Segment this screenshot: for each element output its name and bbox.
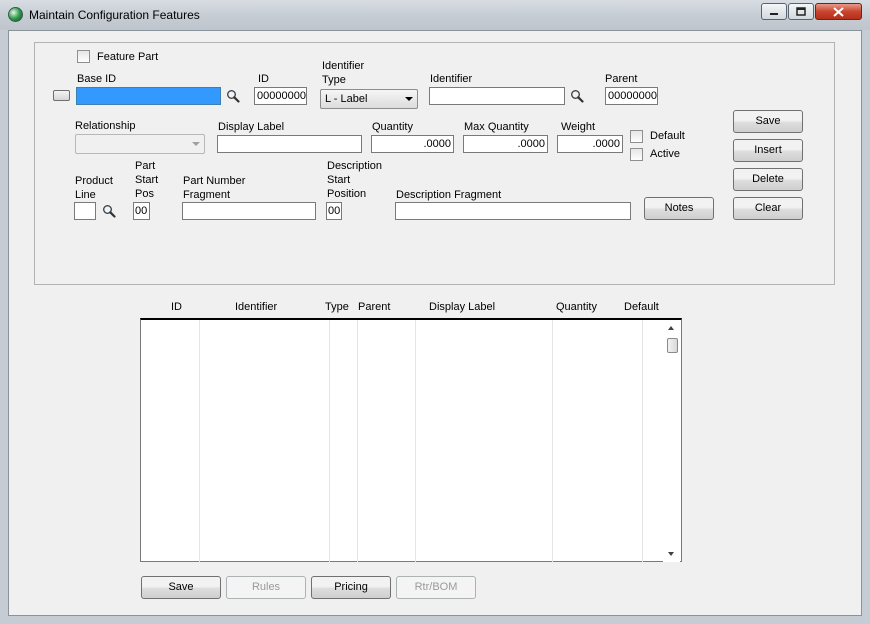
active-checkbox[interactable]: [630, 148, 643, 161]
close-icon: [833, 6, 844, 17]
save-button[interactable]: Save: [733, 110, 803, 133]
rtr-bom-button-label: Rtr/BOM: [414, 581, 458, 593]
bottom-save-button[interactable]: Save: [141, 576, 221, 599]
column-header-parent[interactable]: Parent: [358, 300, 390, 314]
part-start-pos-input[interactable]: 00: [133, 202, 150, 220]
chevron-down-icon: [405, 97, 413, 101]
column-divider: [329, 320, 330, 562]
parent-label: Parent: [605, 73, 638, 85]
maximize-button[interactable]: [788, 3, 814, 20]
relationship-dropdown[interactable]: [75, 134, 205, 154]
window-frame-right: [862, 30, 870, 616]
column-header-id[interactable]: ID: [171, 300, 182, 314]
part-number-fragment-label: Part Number Fragment: [183, 175, 246, 201]
part-start-pos-label: Part Start Pos: [135, 160, 159, 200]
parent-input[interactable]: 00000000: [605, 87, 658, 105]
chevron-down-icon: [192, 142, 200, 146]
minimize-icon: [770, 12, 778, 15]
weight-label: Weight: [561, 121, 596, 133]
notes-button-label: Notes: [664, 202, 694, 214]
column-divider: [415, 320, 416, 562]
display-label-label: Display Label: [218, 121, 285, 133]
search-icon[interactable]: [226, 89, 240, 103]
delete-button[interactable]: Delete: [733, 168, 803, 191]
pricing-button-label: Pricing: [334, 581, 368, 593]
product-line-input[interactable]: [74, 202, 96, 220]
close-button[interactable]: [815, 3, 862, 20]
column-header-default[interactable]: Default: [624, 300, 659, 314]
application-window: Maintain Configuration Features Feature …: [0, 0, 870, 624]
column-header-identifier[interactable]: Identifier: [235, 300, 277, 314]
quantity-input[interactable]: .0000: [371, 135, 454, 153]
insert-button-label: Insert: [754, 144, 782, 156]
rules-button-label: Rules: [251, 581, 281, 593]
bottom-save-button-label: Save: [168, 581, 194, 593]
clear-button-label: Clear: [754, 202, 782, 214]
column-header-type[interactable]: Type: [325, 300, 349, 314]
identifier-input[interactable]: [429, 87, 565, 105]
window-frame-bottom: [0, 616, 870, 624]
rtr-bom-button[interactable]: Rtr/BOM: [396, 576, 476, 599]
id-label: ID: [258, 73, 269, 85]
list-scrollbar[interactable]: [663, 320, 680, 562]
clear-button[interactable]: Clear: [733, 197, 803, 220]
weight-input[interactable]: .0000: [557, 135, 623, 153]
title-bar[interactable]: Maintain Configuration Features: [0, 0, 870, 31]
column-header-quantity[interactable]: Quantity: [556, 300, 597, 314]
description-fragment-label: Description Fragment: [396, 189, 502, 201]
minimize-button[interactable]: [761, 3, 787, 20]
product-line-label: Product Line: [75, 175, 113, 201]
rules-button[interactable]: Rules: [226, 576, 306, 599]
column-divider: [642, 320, 643, 562]
column-divider: [199, 320, 200, 562]
id-input[interactable]: 00000000: [254, 87, 307, 105]
scroll-down-icon[interactable]: [668, 552, 674, 556]
delete-button-label: Delete: [752, 173, 784, 185]
save-button-label: Save: [755, 115, 781, 127]
base-id-input[interactable]: [76, 87, 221, 105]
default-checkbox[interactable]: [630, 130, 643, 143]
insert-button[interactable]: Insert: [733, 139, 803, 162]
base-id-label: Base ID: [77, 73, 117, 85]
display-label-input[interactable]: [217, 135, 362, 153]
identifier-type-label: Identifier Type: [322, 60, 365, 86]
desc-start-position-label: Description Start Position: [327, 160, 383, 200]
window-title: Maintain Configuration Features: [29, 8, 200, 22]
app-icon: [8, 7, 23, 22]
feature-part-checkbox[interactable]: [77, 50, 90, 63]
pricing-button[interactable]: Pricing: [311, 576, 391, 599]
desc-start-position-input[interactable]: 00: [326, 202, 342, 220]
features-list[interactable]: [140, 318, 682, 562]
search-icon[interactable]: [570, 89, 584, 103]
description-fragment-input[interactable]: [395, 202, 631, 220]
quantity-label: Quantity: [372, 121, 413, 133]
feature-part-label: Feature Part: [97, 51, 159, 63]
default-label: Default: [650, 130, 685, 142]
identifier-type-dropdown[interactable]: L - Label: [320, 89, 418, 109]
column-divider: [552, 320, 553, 562]
max-quantity-input[interactable]: .0000: [463, 135, 548, 153]
scroll-up-icon[interactable]: [668, 326, 674, 330]
notes-button[interactable]: Notes: [644, 197, 714, 220]
window-frame-left: [0, 30, 8, 616]
identifier-type-value: L - Label: [325, 93, 368, 105]
scrollbar-thumb[interactable]: [667, 338, 678, 353]
base-id-record-button[interactable]: [53, 90, 70, 101]
relationship-label: Relationship: [75, 120, 136, 132]
search-icon[interactable]: [102, 204, 116, 218]
maximize-icon: [796, 7, 806, 16]
column-divider: [357, 320, 358, 562]
column-header-display-label[interactable]: Display Label: [429, 300, 495, 314]
client-area: Feature Part Base ID ID 00000000 Identif…: [8, 30, 862, 616]
part-number-fragment-input[interactable]: [182, 202, 316, 220]
max-quantity-label: Max Quantity: [464, 121, 529, 133]
identifier-label: Identifier: [430, 73, 473, 85]
active-label: Active: [650, 148, 680, 160]
